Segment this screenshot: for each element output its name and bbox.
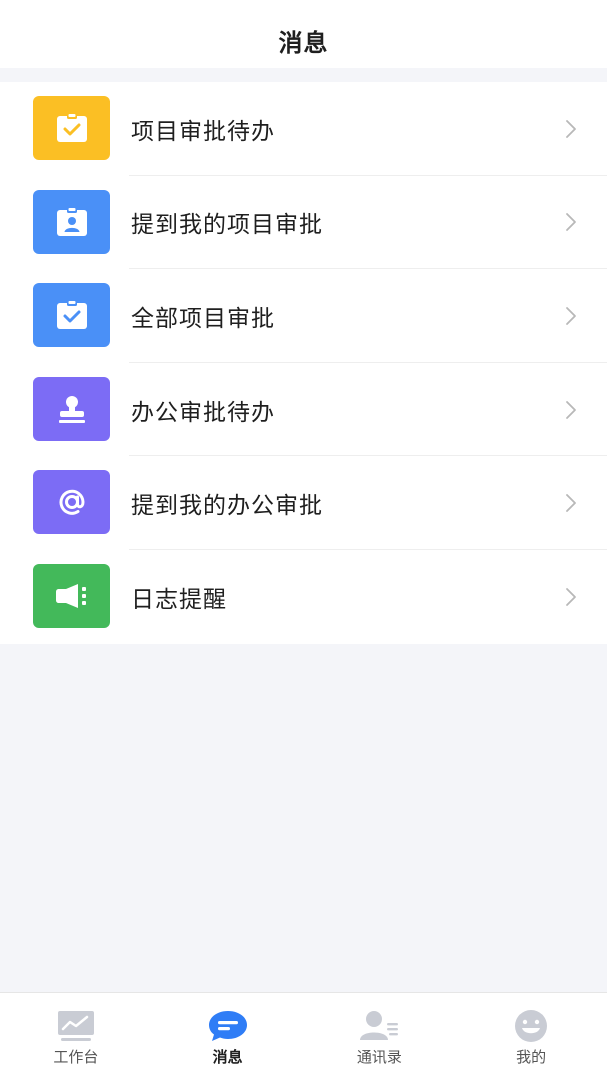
header-bar: 消息 xyxy=(0,0,607,68)
tab-contacts[interactable]: 通讯录 xyxy=(304,993,456,1080)
tab-label: 工作台 xyxy=(53,1048,99,1066)
chart-icon xyxy=(57,1009,95,1043)
chevron-right-icon xyxy=(566,587,576,606)
app-screen: 消息 项目审批待办 提到我的项目审批 全部项目审批 办公审批待办 提到我的办公审… xyxy=(0,0,607,1080)
menu-item-label: 项目审批待办 xyxy=(131,118,275,145)
chevron-right-icon xyxy=(566,119,576,138)
menu-item-all-project-approvals[interactable]: 全部项目审批 xyxy=(0,269,607,363)
chat-bubble-icon xyxy=(207,1009,249,1043)
stamp-icon xyxy=(33,376,110,441)
chevron-right-icon xyxy=(566,400,576,419)
chevron-right-icon xyxy=(566,213,576,232)
tab-messages[interactable]: 消息 xyxy=(152,993,304,1080)
menu-item-label: 办公审批待办 xyxy=(131,399,275,426)
menu-item-label: 提到我的项目审批 xyxy=(131,212,323,239)
smiley-face-icon xyxy=(513,1009,549,1043)
menu-item-log-reminder[interactable]: 日志提醒 xyxy=(0,550,607,644)
tab-label: 通讯录 xyxy=(356,1048,402,1066)
page-title: 消息 xyxy=(278,28,329,57)
at-sign-icon xyxy=(33,470,110,535)
tab-label: 消息 xyxy=(212,1048,243,1066)
menu-item-office-approval-todo[interactable]: 办公审批待办 xyxy=(0,363,607,457)
clipboard-user-icon xyxy=(33,189,110,254)
contacts-icon xyxy=(358,1009,400,1043)
message-category-list: 项目审批待办 提到我的项目审批 全部项目审批 办公审批待办 提到我的办公审批 日… xyxy=(0,82,607,644)
menu-item-label: 日志提醒 xyxy=(131,586,227,613)
tab-profile[interactable]: 我的 xyxy=(455,993,607,1080)
menu-item-label: 提到我的办公审批 xyxy=(131,493,323,520)
menu-item-label: 全部项目审批 xyxy=(131,305,275,332)
tab-label: 我的 xyxy=(516,1048,547,1066)
chevron-right-icon xyxy=(566,494,576,513)
megaphone-icon xyxy=(33,563,110,628)
bottom-tab-bar: 工作台 消息 通讯录 我的 xyxy=(0,992,607,1080)
clipboard-check-icon xyxy=(33,283,110,348)
menu-item-mentioned-office-approval[interactable]: 提到我的办公审批 xyxy=(0,456,607,550)
clipboard-check-icon xyxy=(33,96,110,160)
menu-item-mentioned-project-approval[interactable]: 提到我的项目审批 xyxy=(0,176,607,270)
menu-item-project-approval-todo[interactable]: 项目审批待办 xyxy=(0,82,607,176)
chevron-right-icon xyxy=(566,307,576,325)
tab-workbench[interactable]: 工作台 xyxy=(0,993,152,1080)
